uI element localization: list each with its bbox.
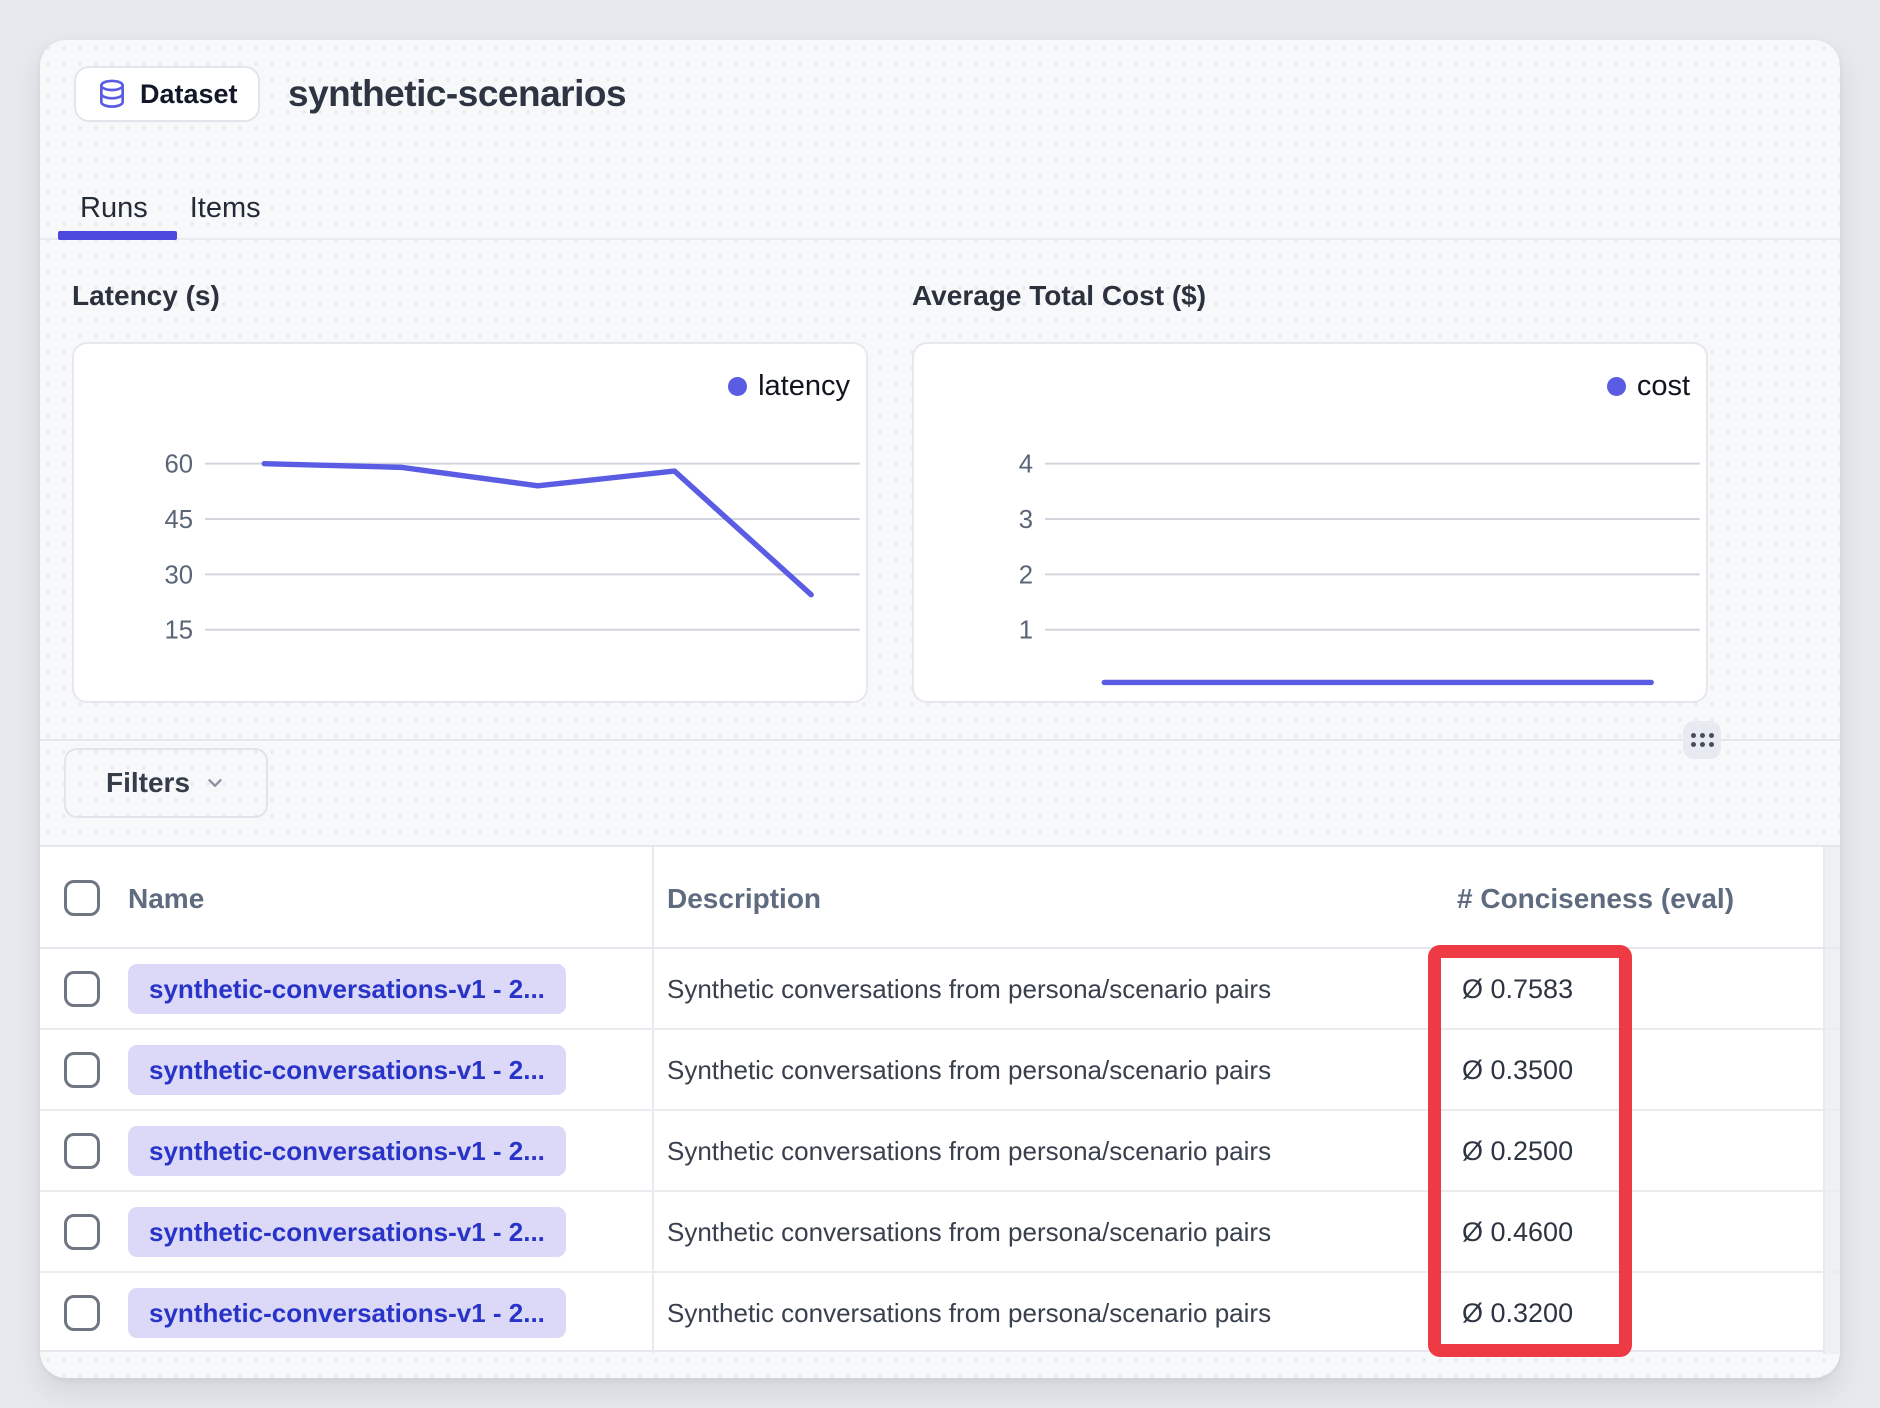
section-divider: [40, 739, 1840, 741]
table-row[interactable]: synthetic-conversations-v1 - 2... Synthe…: [40, 1273, 1840, 1354]
filters-button[interactable]: Filters: [64, 748, 268, 818]
database-icon: [96, 78, 128, 110]
svg-text:15: 15: [165, 617, 194, 645]
tab-runs[interactable]: Runs: [80, 192, 148, 225]
chevron-down-icon: [204, 772, 226, 794]
column-header-conciseness[interactable]: # Conciseness (eval): [1457, 883, 1734, 915]
latency-legend: latency: [728, 370, 850, 403]
latency-chart-title: Latency (s): [72, 280, 220, 312]
table-row[interactable]: synthetic-conversations-v1 - 2... Synthe…: [40, 1111, 1840, 1192]
run-description: Synthetic conversations from persona/sce…: [667, 1055, 1271, 1086]
latency-legend-label: latency: [758, 370, 850, 403]
latency-chart-card: 60 45 30 15 latency: [72, 342, 868, 703]
tab-bar: Runs Items: [80, 192, 261, 225]
column-header-name[interactable]: Name: [128, 883, 204, 915]
cost-chart-card: 4 3 2 1 cost: [912, 342, 1708, 703]
svg-text:1: 1: [1019, 617, 1033, 645]
run-description: Synthetic conversations from persona/sce…: [667, 1298, 1271, 1329]
runs-table: Name Description # Conciseness (eval) sy…: [40, 845, 1840, 1352]
conciseness-value: Ø 0.3200: [1462, 1298, 1573, 1329]
row-checkbox[interactable]: [64, 1295, 100, 1331]
tab-bar-rule: [40, 238, 1840, 240]
conciseness-value: Ø 0.7583: [1462, 974, 1573, 1005]
filters-button-label: Filters: [106, 767, 190, 799]
dataset-page-card: Dataset synthetic-scenarios Runs Items L…: [40, 40, 1840, 1378]
svg-text:4: 4: [1019, 451, 1033, 479]
run-name-link[interactable]: synthetic-conversations-v1 - 2...: [128, 1207, 566, 1257]
tab-items[interactable]: Items: [190, 192, 261, 225]
page-title: synthetic-scenarios: [288, 73, 626, 115]
svg-text:3: 3: [1019, 506, 1033, 534]
table-row[interactable]: synthetic-conversations-v1 - 2... Synthe…: [40, 1030, 1840, 1111]
dataset-badge-label: Dataset: [140, 79, 238, 110]
svg-text:60: 60: [165, 451, 194, 479]
row-checkbox[interactable]: [64, 971, 100, 1007]
row-checkbox[interactable]: [64, 1133, 100, 1169]
row-checkbox[interactable]: [64, 1052, 100, 1088]
table-row[interactable]: synthetic-conversations-v1 - 2... Synthe…: [40, 949, 1840, 1030]
conciseness-value: Ø 0.2500: [1462, 1136, 1573, 1167]
grip-dots-icon: [1691, 733, 1714, 747]
run-description: Synthetic conversations from persona/sce…: [667, 1217, 1271, 1248]
conciseness-value: Ø 0.4600: [1462, 1217, 1573, 1248]
cost-legend: cost: [1607, 370, 1690, 403]
run-name-link[interactable]: synthetic-conversations-v1 - 2...: [128, 964, 566, 1014]
svg-text:45: 45: [165, 506, 194, 534]
cost-legend-dot: [1607, 377, 1626, 396]
conciseness-value: Ø 0.3500: [1462, 1055, 1573, 1086]
active-tab-indicator: [58, 231, 177, 240]
svg-text:30: 30: [165, 561, 194, 589]
resize-drag-handle[interactable]: [1683, 721, 1721, 759]
cost-chart-title: Average Total Cost ($): [912, 280, 1206, 312]
run-name-link[interactable]: synthetic-conversations-v1 - 2...: [128, 1045, 566, 1095]
cost-line-chart: 4 3 2 1: [914, 344, 1706, 701]
table-row[interactable]: synthetic-conversations-v1 - 2... Synthe…: [40, 1192, 1840, 1273]
run-name-link[interactable]: synthetic-conversations-v1 - 2...: [128, 1126, 566, 1176]
row-checkbox[interactable]: [64, 1214, 100, 1250]
latency-legend-dot: [728, 377, 747, 396]
svg-text:2: 2: [1019, 561, 1033, 589]
select-all-checkbox[interactable]: [64, 880, 100, 916]
column-header-description[interactable]: Description: [667, 883, 821, 915]
cost-legend-label: cost: [1637, 370, 1690, 403]
dataset-badge: Dataset: [74, 66, 260, 122]
run-description: Synthetic conversations from persona/sce…: [667, 1136, 1271, 1167]
run-description: Synthetic conversations from persona/sce…: [667, 974, 1271, 1005]
run-name-link[interactable]: synthetic-conversations-v1 - 2...: [128, 1288, 566, 1338]
table-header-row: Name Description # Conciseness (eval): [40, 847, 1840, 949]
